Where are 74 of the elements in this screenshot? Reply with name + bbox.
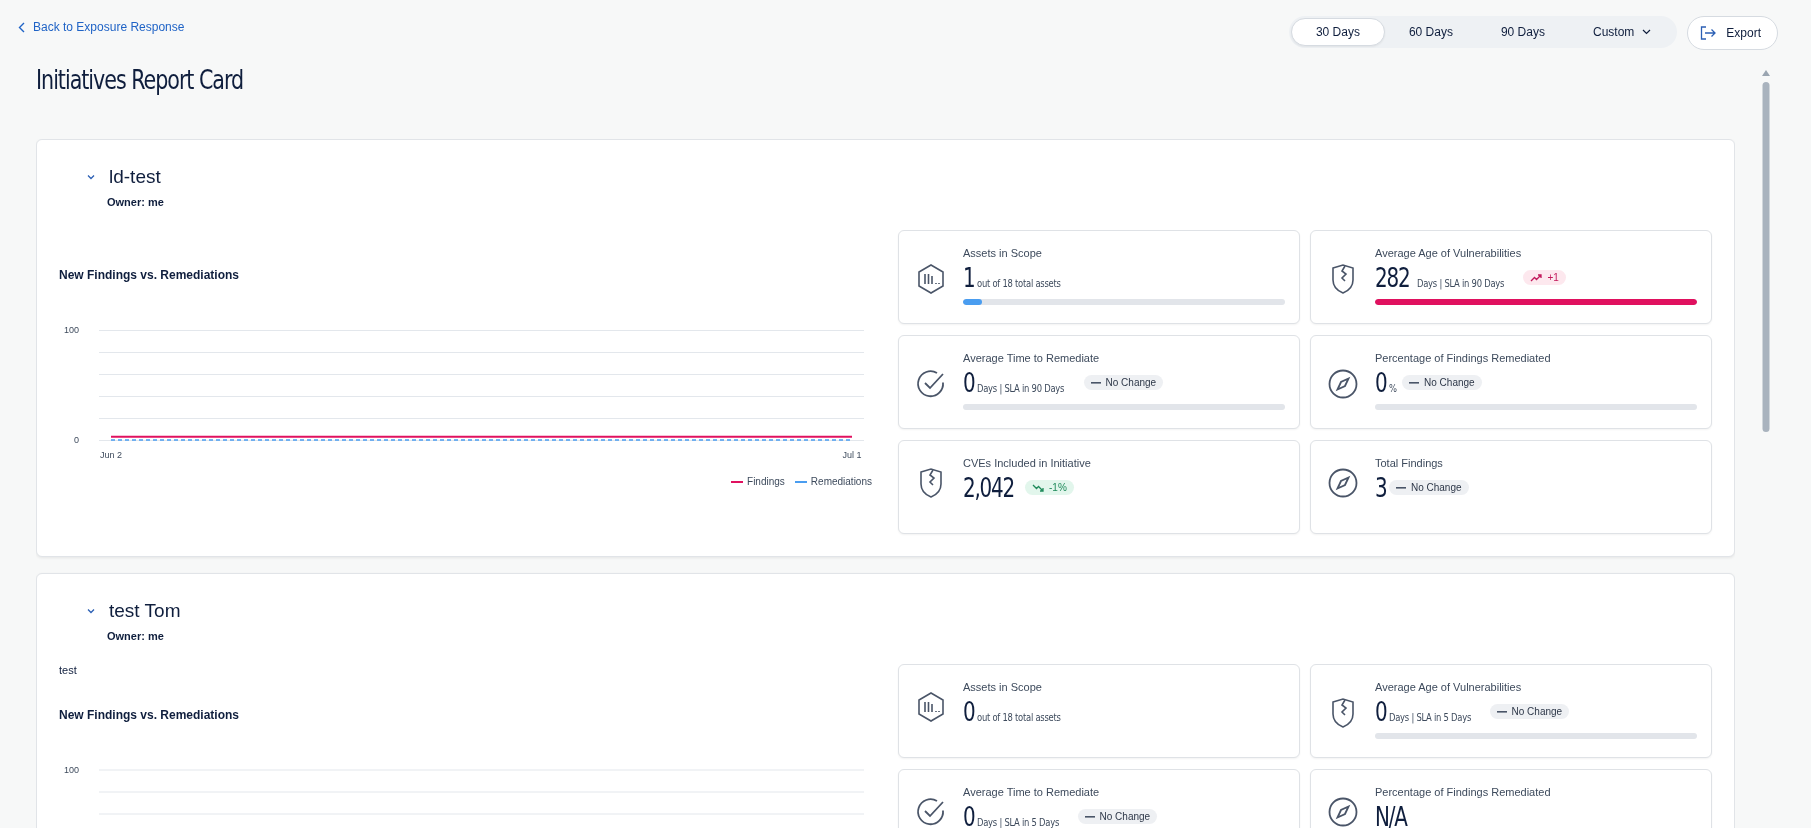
metric-label: Assets in Scope	[963, 247, 1043, 259]
trend-badge: No Change	[1402, 375, 1482, 391]
page-title: Initiatives Report Card	[36, 64, 244, 95]
hexagon-bars-icon	[916, 690, 946, 723]
initiative-name: ld-test	[109, 166, 161, 188]
range-dropdown[interactable]: Custom	[1568, 18, 1676, 46]
metric-label: CVEs Included in Initiative	[963, 457, 1092, 469]
metric-label: Average Age of Vulnerabilities	[1375, 681, 1523, 693]
metric-value: 0	[963, 802, 975, 828]
trend-badge: No Change	[1489, 704, 1570, 720]
chart-title: New Findings vs. Remediations	[59, 268, 241, 282]
metric-value: 282	[1375, 263, 1410, 293]
x-axis-label: Jul 1	[842, 450, 862, 460]
metric-label: Total Findings	[1375, 457, 1444, 469]
metric-value: 0	[963, 697, 975, 727]
dash-icon	[1090, 381, 1101, 384]
range-tab[interactable]: 90 Days	[1476, 18, 1569, 46]
export-button[interactable]: Export	[1687, 16, 1778, 50]
metric-value: 0	[1375, 697, 1387, 727]
metric-value: 0	[1375, 368, 1387, 398]
trend-up-icon	[1530, 273, 1543, 282]
initiative-description: test	[59, 664, 78, 676]
hexagon-bars-icon	[916, 262, 946, 295]
dash-icon	[1084, 815, 1095, 818]
chart-title: New Findings vs. Remediations	[59, 708, 241, 722]
owner-label: Owner: me	[107, 630, 165, 642]
dash-icon	[1496, 710, 1507, 713]
metric-unit: out of 18 total assets	[976, 711, 1061, 724]
legend-item: Remediations	[794, 476, 872, 487]
metric-unit: Days | SLA in 5 Days	[1388, 711, 1472, 724]
range-tab[interactable]: 30 Days	[1290, 18, 1385, 46]
compass-icon	[1327, 466, 1359, 499]
trend-badge: +1	[1523, 270, 1566, 286]
trend-down-icon	[1032, 483, 1045, 492]
compass-icon	[1327, 367, 1359, 400]
metric-unit: %	[1388, 382, 1397, 395]
metric-label: Average Age of Vulnerabilities	[1375, 247, 1523, 259]
y-axis-label: 0	[74, 435, 79, 445]
y-axis-label: 100	[63, 765, 79, 775]
metric-label: Average Time to Remediate	[963, 786, 1101, 798]
back-link[interactable]: Back to Exposure Response	[18, 20, 185, 34]
y-axis-label: 100	[63, 325, 79, 335]
metric-label: Assets in Scope	[963, 681, 1043, 693]
metric-label: Percentage of Findings Remediated	[1375, 352, 1552, 364]
metric-value: N/A	[1375, 802, 1407, 828]
check-circle-icon	[915, 367, 947, 400]
compass-icon	[1327, 795, 1359, 828]
metric-unit: Days | SLA in 90 Days	[976, 382, 1065, 395]
legend-item: Findings	[731, 476, 785, 487]
cracked-shield-icon	[1330, 262, 1356, 295]
cracked-shield-icon	[918, 466, 944, 499]
metric-unit: Days | SLA in 90 Days	[1416, 277, 1505, 290]
metric-value: 1	[963, 263, 975, 293]
metric-value: 3	[1375, 473, 1387, 503]
trend-badge: -1%	[1025, 480, 1074, 496]
metric-unit: out of 18 total assets	[976, 277, 1061, 290]
metric-label: Percentage of Findings Remediated	[1375, 786, 1552, 798]
x-axis-label: Jun 2	[100, 450, 122, 460]
dash-icon	[1409, 381, 1420, 384]
metric-value: 2,042	[963, 473, 1014, 503]
trend-badge: No Change	[1077, 809, 1158, 825]
check-circle-icon	[915, 795, 947, 828]
cracked-shield-icon	[1330, 696, 1356, 729]
initiative-name: test Tom	[109, 600, 181, 622]
trend-badge: No Change	[1388, 480, 1469, 496]
caret-icon	[1642, 29, 1652, 35]
chevron-left-icon	[18, 21, 25, 33]
metric-label: Average Time to Remediate	[963, 352, 1101, 364]
range-tab[interactable]: 60 Days	[1384, 18, 1477, 46]
owner-label: Owner: me	[107, 196, 165, 208]
trend-badge: No Change	[1083, 375, 1164, 391]
dash-icon	[1395, 486, 1406, 489]
export-icon	[1700, 26, 1717, 40]
metric-value: 0	[963, 368, 975, 398]
